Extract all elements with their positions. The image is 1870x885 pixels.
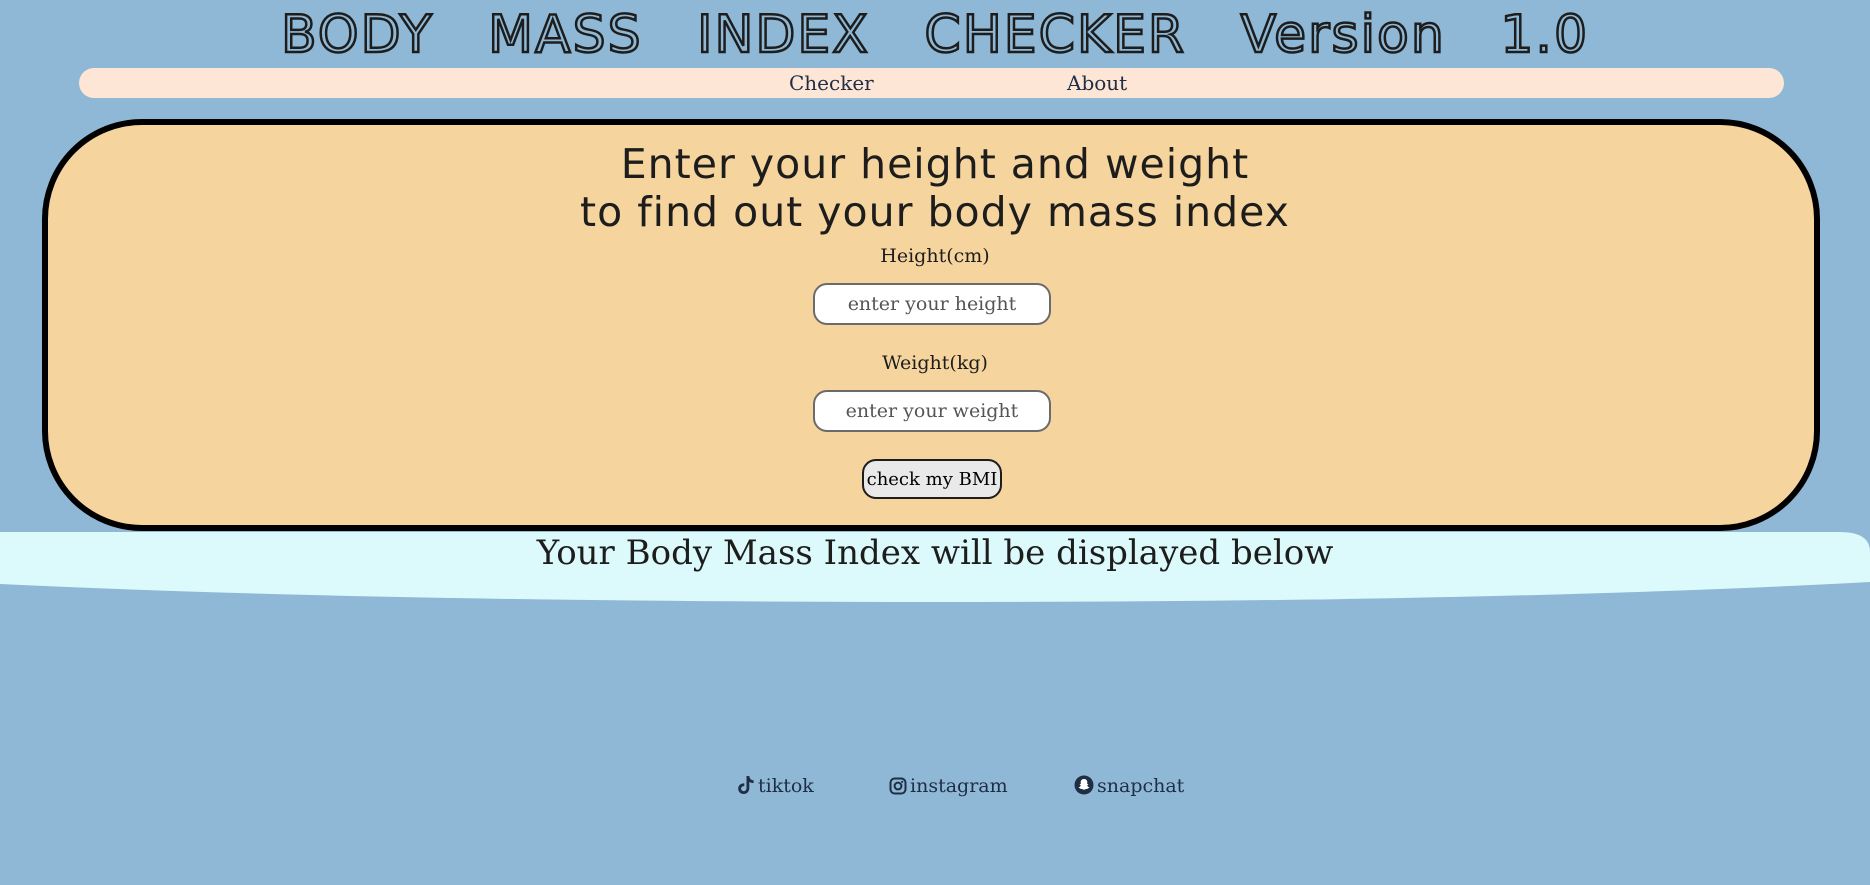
social-label-snapchat: snapchat [1097,775,1185,797]
social-label-instagram: instagram [910,775,1008,797]
nav-link-checker[interactable]: Checker [789,68,874,98]
height-label: Height(cm) [880,245,990,267]
nav-bar: Checker About [79,68,1784,98]
social-link-snapchat[interactable]: snapchat [1074,772,1184,800]
snapchat-icon [1074,775,1094,795]
check-bmi-button[interactable]: check my BMI [862,459,1002,499]
instagram-icon [889,777,907,795]
form-headline: Enter your height and weight to find out… [0,140,1870,236]
weight-input[interactable] [813,390,1051,432]
result-message: Your Body Mass Index will be displayed b… [536,533,1334,573]
form-headline-line-2: to find out your body mass index [580,188,1290,236]
social-label-tiktok: tiktok [758,775,814,797]
app-title: BODY MASS INDEX CHECKER Version 1.0 [280,4,1590,67]
height-input[interactable] [813,283,1051,325]
nav-link-about[interactable]: About [1067,68,1127,98]
social-link-instagram[interactable]: instagram [889,772,1008,800]
tiktok-icon [738,776,754,794]
form-headline-line-1: Enter your height and weight [620,140,1250,188]
social-links: tiktok instagram snapchat [0,772,1870,800]
weight-label: Weight(kg) [882,352,988,374]
social-link-tiktok[interactable]: tiktok [737,772,814,800]
